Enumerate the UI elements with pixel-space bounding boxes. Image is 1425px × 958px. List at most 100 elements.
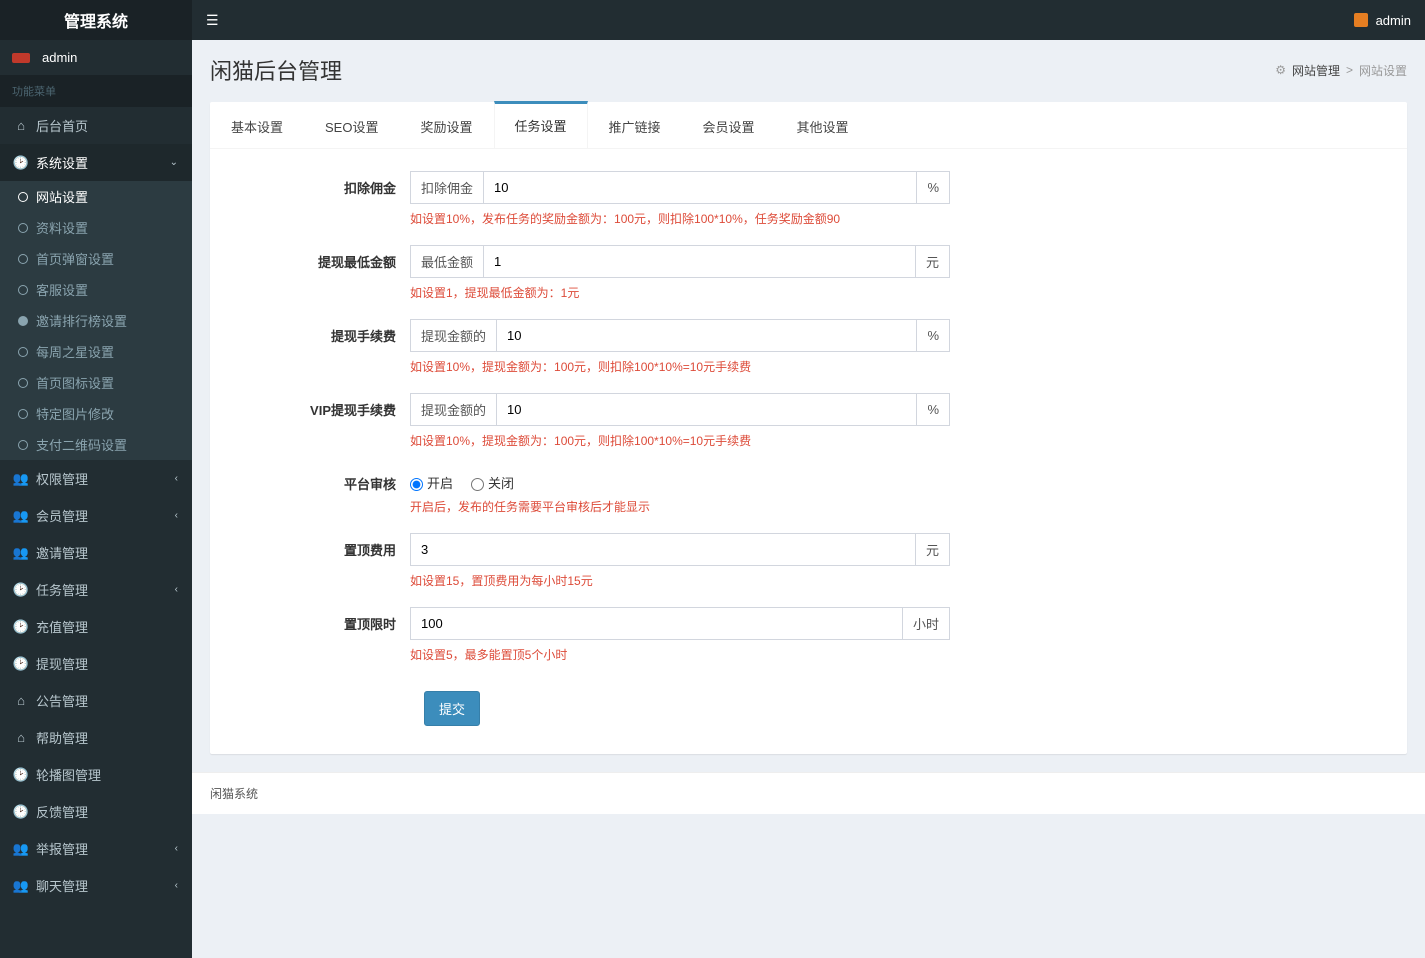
form-row: 平台审核开启关闭开启后，发布的任务需要平台审核后才能显示 [240, 467, 1377, 527]
form-label: 扣除佣金 [240, 171, 410, 197]
sidebar-subitem-label: 每周之星设置 [36, 342, 114, 361]
text-input[interactable] [410, 607, 903, 640]
tab[interactable]: SEO设置 [304, 102, 399, 148]
radio-input[interactable] [410, 478, 423, 491]
form-label: 提现最低金额 [240, 245, 410, 271]
settings-panel: 基本设置SEO设置奖励设置任务设置推广链接会员设置其他设置 扣除佣金扣除佣金%如… [210, 102, 1407, 754]
sidebar-item[interactable]: 🕑 充值管理 [0, 608, 192, 645]
circle-icon [18, 192, 28, 202]
sidebar-item[interactable]: 👥举报管理‹ [0, 830, 192, 867]
sidebar-subitem[interactable]: 资料设置 [0, 212, 192, 243]
text-input[interactable] [483, 245, 916, 278]
radio-option[interactable]: 开启 [410, 476, 453, 491]
sidebar-item[interactable]: ⌂公告管理 [0, 682, 192, 719]
sidebar-subitem[interactable]: 首页弹窗设置 [0, 243, 192, 274]
sidebar-subitem-label: 首页图标设置 [36, 373, 114, 392]
sidebar-item-label: 提现管理 [36, 654, 88, 673]
sidebar-subitem[interactable]: 支付二维码设置 [0, 429, 192, 460]
users-icon: 👥 [14, 508, 28, 524]
sidebar-item[interactable]: ⌂后台首页 [0, 107, 192, 144]
sidebar-subitem[interactable]: 每周之星设置 [0, 336, 192, 367]
form-label: 置顶费用 [240, 533, 410, 559]
sidebar-item-label: 权限管理 [36, 469, 88, 488]
input-group: 提现金额的% [410, 319, 950, 352]
sidebar-item[interactable]: ⌂帮助管理 [0, 719, 192, 756]
form-label: 提现手续费 [240, 319, 410, 345]
radio-option[interactable]: 关闭 [471, 476, 514, 491]
input-prefix: 提现金额的 [410, 319, 496, 352]
sidebar-item[interactable]: 🕑反馈管理 [0, 793, 192, 830]
tab[interactable]: 奖励设置 [399, 102, 493, 148]
breadcrumb-current: 网站设置 [1359, 62, 1407, 79]
radio-input[interactable] [471, 478, 484, 491]
sidebar-subitem[interactable]: 网站设置 [0, 181, 192, 212]
sidebar-subitem-label: 特定图片修改 [36, 404, 114, 423]
tab[interactable]: 其他设置 [776, 102, 870, 148]
tab[interactable]: 基本设置 [210, 102, 304, 148]
dashboard-icon: 🕑 [14, 582, 28, 598]
page-title: 闲猫后台管理 [210, 54, 342, 86]
circle-icon [18, 440, 28, 450]
text-input[interactable] [496, 319, 917, 352]
avatar-icon [1354, 13, 1368, 27]
users-icon: 👥 [14, 878, 28, 894]
sidebar-item[interactable]: 🕑提现管理 [0, 645, 192, 682]
sidebar-item[interactable]: 👥聊天管理‹ [0, 867, 192, 904]
tab[interactable]: 推广链接 [588, 102, 682, 148]
text-input[interactable] [483, 171, 917, 204]
form-row: 提现手续费提现金额的% 如设置10%，提现金额为：100元，则扣除100*10%=… [240, 319, 1377, 387]
sidebar-item-label: 充值管理 [36, 617, 88, 636]
text-input[interactable] [410, 533, 916, 566]
form-control: 提现金额的%如设置10%，提现金额为：100元，则扣除100*10%=10元手续… [410, 393, 950, 461]
sidebar-subitem[interactable]: 邀请排行榜设置 [0, 305, 192, 336]
sidebar-item-label: 反馈管理 [36, 802, 88, 821]
sidebar-toggle-icon[interactable]: ☰ [206, 12, 219, 29]
input-suffix: % [917, 171, 950, 204]
form-label: 平台审核 [240, 467, 410, 493]
circle-icon [18, 378, 28, 388]
tab[interactable]: 会员设置 [682, 102, 776, 148]
sidebar: admin 功能菜单 ⌂后台首页🕑系统设置⌄网站设置资料设置首页弹窗设置客服设置… [0, 40, 192, 958]
form-control: 元如设置15，置顶费用为每小时15元 [410, 533, 950, 601]
sidebar-menu: ⌂后台首页🕑系统设置⌄网站设置资料设置首页弹窗设置客服设置邀请排行榜设置每周之星… [0, 107, 192, 904]
text-input[interactable] [496, 393, 917, 426]
tab[interactable]: 任务设置 [494, 101, 588, 148]
sidebar-item-label: 后台首页 [36, 116, 88, 135]
avatar-icon [12, 53, 30, 63]
input-suffix: % [917, 319, 950, 352]
help-text: 如设置10%，提现金额为：100元，则扣除100*10%=10元手续费 [410, 432, 950, 449]
form-control: 小时如设置5，最多能置顶5个小时 [410, 607, 950, 675]
sidebar-user-name: admin [42, 50, 77, 65]
main-content: 闲猫后台管理 ⚙ 网站管理 > 网站设置 基本设置SEO设置奖励设置任务设置推广… [192, 40, 1425, 958]
help-text: 如设置5，最多能置顶5个小时 [410, 646, 950, 663]
input-suffix: 元 [916, 533, 950, 566]
sidebar-item[interactable]: 👥会员管理‹ [0, 497, 192, 534]
dashboard-icon: 🕑 [14, 619, 28, 635]
sidebar-subitem-label: 邀请排行榜设置 [36, 311, 127, 330]
form-row: 置顶限时小时如设置5，最多能置顶5个小时 [240, 607, 1377, 675]
help-text: 如设置10%，发布任务的奖励金额为：100元，则扣除100*10%，任务奖励金额… [410, 210, 950, 227]
input-prefix: 最低金额 [410, 245, 483, 278]
breadcrumb-root[interactable]: 网站管理 [1292, 62, 1340, 79]
sidebar-item-label: 公告管理 [36, 691, 88, 710]
sidebar-item[interactable]: 👥邀请管理 [0, 534, 192, 571]
circle-icon [18, 347, 28, 357]
sidebar-subitem[interactable]: 客服设置 [0, 274, 192, 305]
sidebar-item[interactable]: 👥权限管理‹ [0, 460, 192, 497]
app-logo[interactable]: 管理系统 [0, 0, 192, 40]
submit-button[interactable]: 提交 [424, 691, 480, 726]
sidebar-item[interactable]: 🕑轮播图管理 [0, 756, 192, 793]
help-text: 如设置10%，提现金额为：100元，则扣除100*10%=10元手续费 [410, 358, 950, 375]
dashboard-icon: ⚙ [1275, 63, 1286, 77]
sidebar-subitem[interactable]: 首页图标设置 [0, 367, 192, 398]
sidebar-subitem[interactable]: 特定图片修改 [0, 398, 192, 429]
radio-group: 开启 关闭 [410, 467, 950, 492]
home-icon: ⌂ [14, 730, 28, 745]
sidebar-item[interactable]: 🕑任务管理‹ [0, 571, 192, 608]
top-user-menu[interactable]: admin [1354, 13, 1411, 28]
sidebar-item-label: 邀请管理 [36, 543, 88, 562]
chevron-left-icon: ‹ [175, 880, 178, 891]
sidebar-item[interactable]: 🕑系统设置⌄ [0, 144, 192, 181]
chevron-left-icon: ‹ [175, 843, 178, 854]
form-row: 扣除佣金扣除佣金%如设置10%，发布任务的奖励金额为：100元，则扣除100*1… [240, 171, 1377, 239]
